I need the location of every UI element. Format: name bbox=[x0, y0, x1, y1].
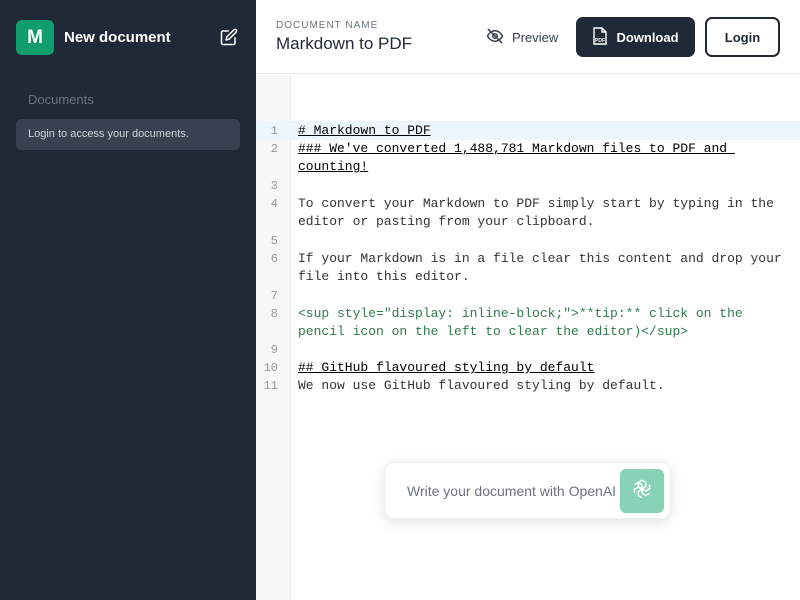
ai-prompt-box bbox=[384, 462, 671, 519]
line-text: <sup style="display: inline-block;">**ti… bbox=[298, 306, 751, 339]
line-text: We now use GitHub flavoured styling by d… bbox=[298, 378, 665, 393]
line-number: 3 bbox=[270, 179, 278, 193]
preview-label: Preview bbox=[512, 30, 559, 45]
download-button[interactable]: PDF Download bbox=[576, 17, 695, 57]
line-number: 8 bbox=[270, 307, 278, 321]
openai-send-button[interactable] bbox=[620, 469, 664, 513]
pdf-file-icon: PDF bbox=[592, 26, 608, 48]
edit-icon[interactable] bbox=[218, 26, 240, 48]
line-text: If your Markdown is in a file clear this… bbox=[298, 251, 790, 284]
preview-button[interactable]: Preview bbox=[486, 27, 558, 48]
line-number: 1 bbox=[270, 124, 278, 138]
document-name[interactable]: Markdown to PDF bbox=[276, 34, 412, 54]
markdown-editor[interactable]: 1 # Markdown to PDF 2 ### We've converte… bbox=[256, 75, 800, 600]
line-number: 10 bbox=[263, 361, 278, 375]
line-number: 7 bbox=[270, 289, 278, 303]
line-text: ### We've converted 1,488,781 Markdown f… bbox=[298, 141, 735, 174]
line-number: 11 bbox=[263, 379, 278, 393]
header: DOCUMENT NAME Markdown to PDF Preview PD… bbox=[256, 0, 800, 74]
ai-prompt-input[interactable] bbox=[407, 481, 617, 501]
svg-text:PDF: PDF bbox=[595, 38, 605, 44]
documents-section-title: Documents bbox=[28, 92, 94, 107]
login-button[interactable]: Login bbox=[705, 17, 780, 57]
download-label: Download bbox=[616, 29, 679, 45]
line-number: 5 bbox=[270, 234, 278, 248]
sidebar: M New document Documents Login to access… bbox=[0, 0, 256, 600]
line-number: 4 bbox=[270, 197, 278, 211]
line-number: 6 bbox=[270, 252, 278, 266]
line-text: # Markdown to PDF bbox=[298, 123, 431, 138]
line-text: To convert your Markdown to PDF simply s… bbox=[298, 196, 782, 229]
eye-off-icon bbox=[486, 27, 504, 48]
document-name-label: DOCUMENT NAME bbox=[276, 20, 379, 31]
sidebar-header: M New document bbox=[16, 20, 240, 56]
new-document-title[interactable]: New document bbox=[64, 29, 171, 46]
login-to-access-card[interactable]: Login to access your documents. bbox=[16, 119, 240, 150]
line-number: 2 bbox=[270, 142, 278, 156]
line-text: ## GitHub flavoured styling by default bbox=[298, 360, 595, 375]
openai-icon bbox=[631, 478, 653, 505]
app-logo[interactable]: M bbox=[16, 20, 54, 55]
line-number: 9 bbox=[270, 343, 278, 357]
